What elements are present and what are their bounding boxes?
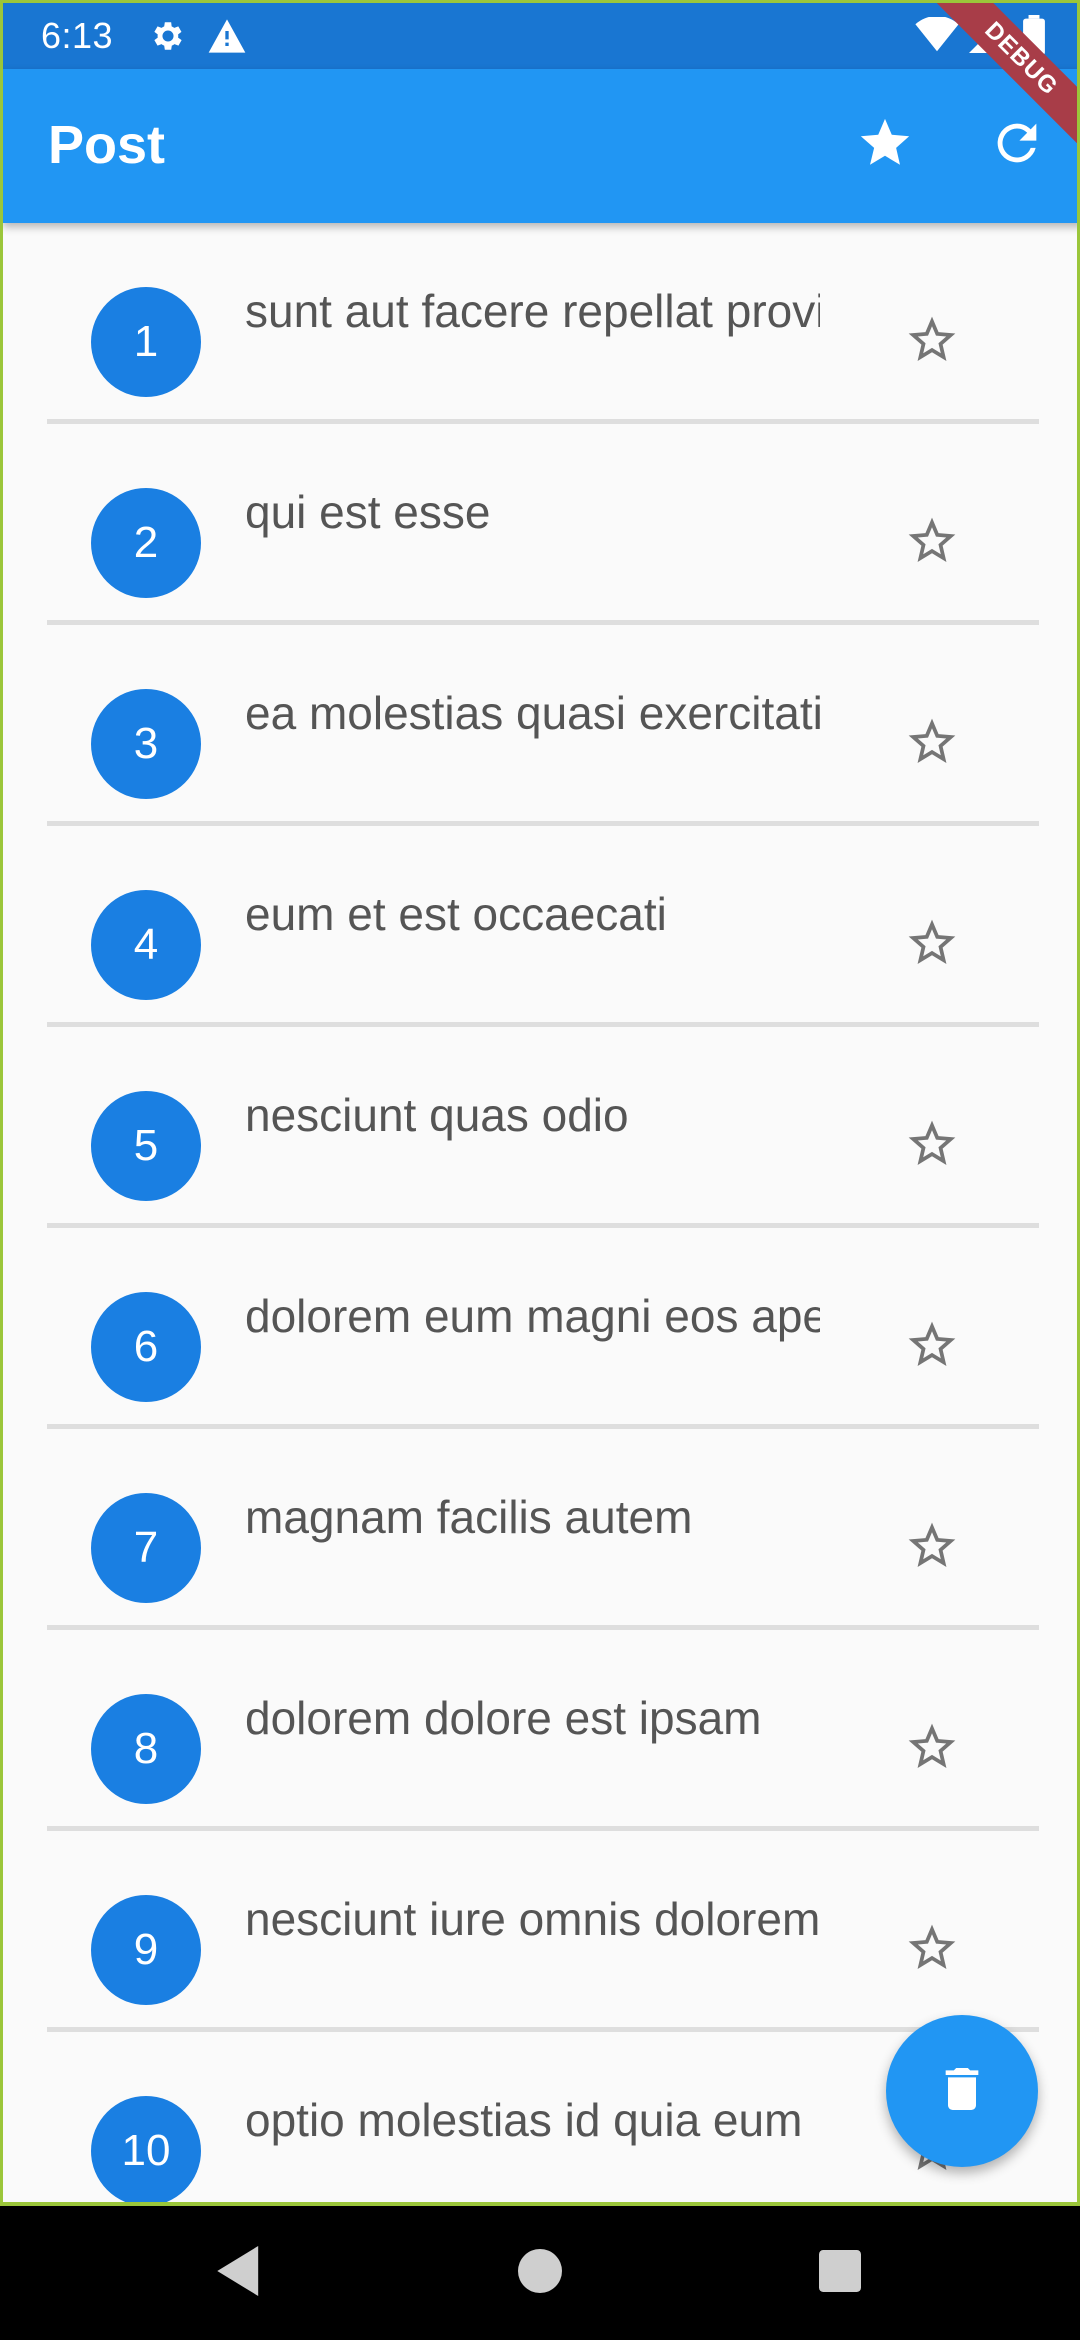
post-id: 8 [133, 1724, 159, 1773]
post-title: dolorem eum magni eos aperiam [245, 1290, 820, 1342]
wifi-icon [915, 15, 959, 58]
post-id: 5 [133, 1121, 159, 1170]
favorite-toggle-button[interactable] [897, 910, 967, 980]
favorite-toggle-button[interactable] [897, 508, 967, 578]
status-bar: 6:13 [3, 3, 1077, 69]
post-title: dolorem dolore est ipsam [245, 1692, 762, 1744]
recents-icon [819, 2249, 861, 2297]
post-list-item[interactable]: 8 dolorem dolore est ipsam [47, 1630, 1039, 1831]
back-button[interactable] [200, 2233, 280, 2313]
warning-icon [207, 17, 247, 60]
star-outline-icon [904, 1719, 960, 1780]
post-list-item[interactable]: 6 dolorem eum magni eos aperiam [47, 1228, 1039, 1429]
post-id: 7 [133, 1523, 159, 1572]
star-outline-icon [904, 1317, 960, 1378]
post-list-item[interactable]: 7 magnam facilis autem [47, 1429, 1039, 1630]
star-outline-icon [904, 513, 960, 574]
post-id-avatar: 2 [91, 488, 201, 598]
post-title: sunt aut facere repellat provident [245, 285, 820, 337]
status-time: 6:13 [41, 15, 114, 56]
post-id-avatar: 5 [91, 1091, 201, 1201]
star-outline-icon [904, 312, 960, 373]
star-icon [855, 114, 915, 177]
post-id-avatar: 4 [91, 890, 201, 1000]
trash-icon [934, 2059, 990, 2124]
post-title: magnam facilis autem [245, 1491, 693, 1543]
post-id: 10 [121, 2126, 171, 2175]
star-outline-icon [904, 1920, 960, 1981]
star-outline-icon [904, 1116, 960, 1177]
favorite-toggle-button[interactable] [897, 1513, 967, 1583]
delete-all-button[interactable] [886, 2015, 1038, 2167]
post-title: optio molestias id quia eum [245, 2094, 803, 2146]
favorites-button[interactable] [843, 103, 927, 187]
post-list-item[interactable]: 1 sunt aut facere repellat provident [47, 223, 1039, 424]
post-id: 3 [133, 719, 159, 768]
post-id-avatar: 3 [91, 689, 201, 799]
post-list: 1 sunt aut facere repellat provident 2 qui … [3, 223, 1077, 2202]
post-list-item[interactable]: 9 nesciunt iure omnis dolorem [47, 1831, 1039, 2032]
star-outline-icon [904, 714, 960, 775]
refresh-button[interactable] [975, 103, 1059, 187]
post-id: 1 [133, 317, 159, 366]
star-outline-icon [904, 1518, 960, 1579]
post-list-item[interactable]: 4 eum et est occaecati [47, 826, 1039, 1027]
post-id-avatar: 9 [91, 1895, 201, 2005]
post-id: 4 [133, 920, 159, 969]
post-list-item[interactable]: 3 ea molestias quasi exercitationem [47, 625, 1039, 826]
post-title: ea molestias quasi exercitationem [245, 687, 820, 739]
favorite-toggle-button[interactable] [897, 709, 967, 779]
post-id: 9 [133, 1925, 159, 1974]
post-title: nesciunt quas odio [245, 1089, 629, 1141]
post-id: 2 [133, 518, 159, 567]
app-frame: 6:13 DEBUG Post 1 sunt aut facere repell… [0, 0, 1080, 2206]
post-id-avatar: 6 [91, 1292, 201, 1402]
post-title: nesciunt iure omnis dolorem [245, 1893, 820, 1945]
post-list-item[interactable]: 5 nesciunt quas odio [47, 1027, 1039, 1228]
refresh-icon [988, 114, 1046, 177]
post-list-item[interactable]: 2 qui est esse [47, 424, 1039, 625]
post-id: 6 [133, 1322, 159, 1371]
post-id-avatar: 10 [91, 2096, 201, 2202]
post-title: qui est esse [245, 486, 491, 538]
gear-icon [149, 17, 187, 60]
star-outline-icon [904, 915, 960, 976]
favorite-toggle-button[interactable] [897, 1111, 967, 1181]
app-bar: Post [3, 69, 1077, 223]
post-id-avatar: 7 [91, 1493, 201, 1603]
recents-button[interactable] [800, 2233, 880, 2313]
back-icon [217, 2245, 263, 2301]
post-id-avatar: 8 [91, 1694, 201, 1804]
home-button[interactable] [500, 2233, 580, 2313]
home-icon [518, 2248, 562, 2298]
favorite-toggle-button[interactable] [897, 1714, 967, 1784]
system-nav-bar [0, 2206, 1080, 2340]
post-id-avatar: 1 [91, 287, 201, 397]
favorite-toggle-button[interactable] [897, 1312, 967, 1382]
favorite-toggle-button[interactable] [897, 1915, 967, 1985]
page-title: Post [48, 115, 166, 175]
post-title: eum et est occaecati [245, 888, 667, 940]
favorite-toggle-button[interactable] [897, 307, 967, 377]
post-list-item[interactable]: 10 optio molestias id quia eum [47, 2032, 1039, 2202]
